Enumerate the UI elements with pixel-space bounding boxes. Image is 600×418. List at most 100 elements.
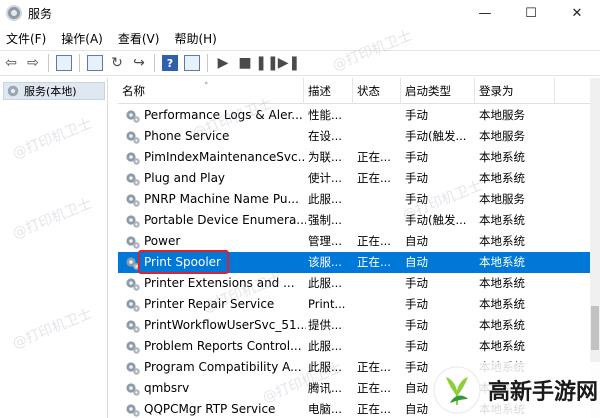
show-hide-tree-icon[interactable] [53,52,75,74]
service-status [357,189,401,210]
service-gear-icon [126,131,140,144]
service-status: 正在... [357,150,391,164]
service-description: 提供... [308,318,342,332]
column-header-description[interactable]: 描述 [304,78,353,104]
menu-help[interactable]: 帮助(H) [168,30,225,47]
service-description: 此服... [308,339,342,353]
column-header-name[interactable]: ˄ 名称 [118,78,304,104]
service-gear-icon [126,341,140,354]
service-name: PNRP Machine Name Pu... [144,192,299,206]
service-logon-as: 本地系统 [479,318,525,332]
service-status: 正在... [357,360,391,374]
toolbar-divider [154,54,155,72]
service-startup-type: 手动(触发... [405,213,467,227]
table-row[interactable]: Printer Extensions and ... 此服... 手动 本地系统 [118,273,590,294]
menu-view[interactable]: 查看(V) [112,30,169,47]
table-row[interactable]: Portable Device Enumera... 强制... 手动(触发... 本… [118,210,590,231]
console-tree: 服务(本地) [0,78,108,418]
restart-service-icon[interactable]: ▶❚ [278,52,301,74]
service-gear-icon [126,404,140,417]
service-logon-as: 本地系统 [479,255,525,269]
back-arrow-icon[interactable]: ⇦ [0,52,22,74]
service-status [357,126,401,147]
toolbar: ⇦ ⇨ ↻ ↪ ? ▶ ■ ❚❚ ▶❚ [0,50,600,76]
window-title: 服务 [28,6,53,21]
service-startup-type: 自动 [405,234,428,248]
column-header-status[interactable]: 状态 [353,78,401,104]
service-description: 强制... [308,213,342,227]
service-gear-icon [126,299,140,312]
service-name: Performance Logs & Aler... [144,108,303,122]
service-logon-as: 本地系统 [479,150,525,164]
service-logon-as: 本地服务 [479,129,525,143]
service-description: 在设... [308,129,342,143]
service-name: Printer Repair Service [144,297,275,311]
service-startup-type: 自动 [405,255,428,269]
maximize-button[interactable]: ☐ [508,0,554,26]
service-gear-icon [126,320,140,333]
title-bar: 服务 — ☐ ✕ [0,0,600,26]
service-status [357,315,401,336]
service-status: 正在... [357,381,391,395]
stop-service-icon[interactable]: ■ [234,52,256,74]
service-status [357,210,401,231]
properties-icon[interactable] [84,52,106,74]
service-gear-icon [126,383,140,396]
toolbar-divider [79,54,80,72]
table-row[interactable]: Printer Repair Service Print... 手动 本地系统 [118,294,590,315]
service-status: 正在... [357,234,391,248]
service-description: 此服... [308,360,342,374]
start-service-icon[interactable]: ▶ [212,52,234,74]
table-row[interactable]: PrintWorkflowUserSvc_51... 提供... 手动 本地系统 [118,315,590,336]
table-row[interactable]: PimIndexMaintenanceSvc... 为联... 正在... 手动 本地系… [118,147,590,168]
service-logon-as: 本地系统 [479,213,525,227]
service-description: 此服... [308,192,342,206]
minimize-button[interactable]: — [462,0,508,26]
show-pane-icon[interactable] [181,52,203,74]
tree-item-label: 服务(本地) [24,85,77,98]
service-description: 使计... [308,171,342,185]
menu-action[interactable]: 操作(A) [55,30,112,47]
toolbar-divider [207,54,208,72]
service-status: 正在... [357,255,391,269]
highlight-annotation [138,250,229,274]
table-row[interactable]: Phone Service 在设... 手动(触发... 本地服务 [118,126,590,147]
column-header-startup-type[interactable]: 启动类型 [401,78,475,104]
service-status [357,105,401,126]
service-name: QQPCMgr RTP Service [144,402,276,416]
table-row[interactable]: PNRP Machine Name Pu... 此服... 手动 本地服务 [118,189,590,210]
refresh-icon[interactable]: ↻ [106,52,128,74]
service-startup-type: 手动 [405,108,428,122]
service-gear-icon [126,215,140,228]
service-gear-icon [126,236,140,249]
service-gear-icon [126,110,140,123]
site-brand-badge: 高新手游网 [428,362,600,418]
table-row[interactable]: Plug and Play 使计... 正在... 手动 本地系统 [118,168,590,189]
tree-item-services-local[interactable]: 服务(本地) [3,82,105,100]
service-logon-as: 本地系统 [479,297,525,311]
service-startup-type: 手动 [405,297,428,311]
service-gear-icon [126,173,140,186]
menu-file[interactable]: 文件(F) [0,30,55,47]
column-header-logon-as[interactable]: 登录为 [475,78,555,104]
forward-arrow-icon[interactable]: ⇨ [22,52,44,74]
service-description: 电脑... [308,402,342,416]
help-icon[interactable]: ? [159,52,181,74]
table-row[interactable]: Performance Logs & Aler... 性能... 手动 本地服务 [118,105,590,126]
service-status: 正在... [357,171,391,185]
service-status [357,336,401,357]
table-row[interactable]: Problem Reports Control... 此服... 手动 本地系统 [118,336,590,357]
menu-bar: 文件(F) 操作(A) 查看(V) 帮助(H) [0,28,600,48]
service-description: Print... [308,297,346,311]
service-name: Portable Device Enumera... [144,213,306,227]
close-button[interactable]: ✕ [554,0,600,26]
service-status [357,273,401,294]
service-logon-as: 本地系统 [479,276,525,290]
pause-service-icon[interactable]: ❚❚ [255,52,278,74]
table-row[interactable]: Power 管理... 正在... 自动 本地系统 [118,231,590,252]
scrollbar-thumb[interactable] [591,306,599,350]
service-description: 为联... [308,150,342,164]
export-list-icon[interactable]: ↪ [128,52,150,74]
service-logon-as: 本地服务 [479,192,525,206]
service-startup-type: 手动 [405,171,428,185]
